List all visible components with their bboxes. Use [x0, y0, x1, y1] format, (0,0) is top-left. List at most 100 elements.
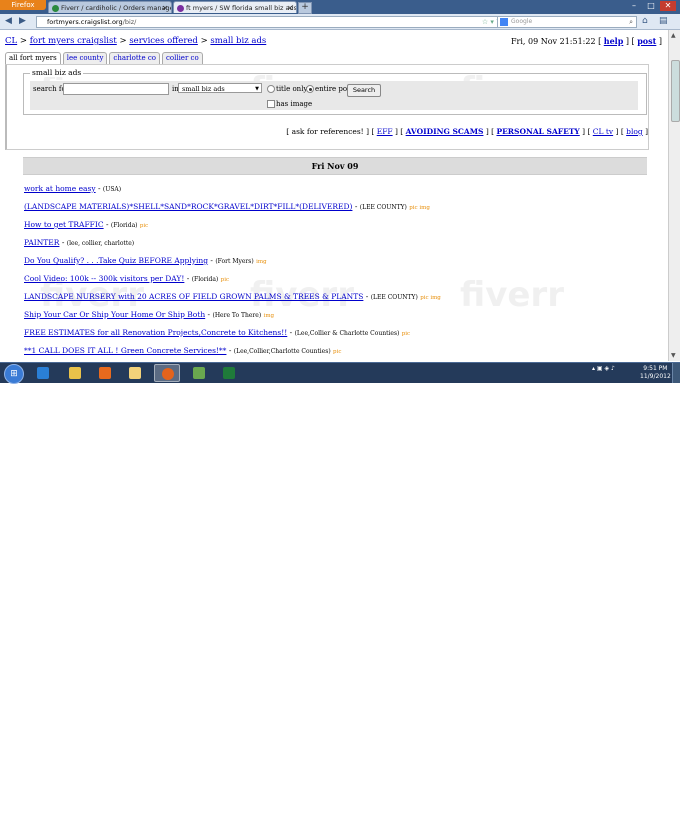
ie-icon[interactable]	[30, 364, 56, 382]
posting-tag: img	[263, 313, 275, 319]
posting-location: (USA)	[102, 186, 122, 193]
forward-icon[interactable]: ▶	[19, 16, 26, 27]
posting-link[interactable]: work at home easy	[24, 184, 96, 193]
url-path: /biz/	[122, 18, 137, 26]
posting-tag: pic img	[409, 205, 430, 211]
minimize-icon[interactable]: –	[626, 1, 642, 11]
browser-title-bar: Firefox Fiverr / cardiholic / Orders man…	[0, 0, 680, 14]
search-form: small biz ads search for: in: small biz …	[23, 68, 647, 115]
post-link[interactable]: post	[637, 36, 656, 46]
close-tab-icon[interactable]: ×	[162, 2, 168, 13]
eff-link[interactable]: EFF	[377, 127, 393, 136]
blog-link[interactable]: blog	[626, 127, 643, 136]
close-tab-icon[interactable]: ×	[287, 2, 293, 13]
posting-location: (Lee,Collier,Charlotte Counties)	[233, 348, 331, 355]
personal-safety-link[interactable]: PERSONAL SAFETY	[496, 127, 579, 136]
bookmarks-menu-icon[interactable]: ▤	[659, 16, 668, 27]
system-tray[interactable]: ▴ ▣ ◈ ♪	[592, 365, 615, 372]
media-player-icon[interactable]	[92, 364, 118, 382]
safety-links: [ ask for references! ] [ EFF ] [ AVOIDI…	[286, 127, 648, 136]
search-button[interactable]: Search	[347, 84, 381, 97]
list-item: work at home easy - (USA)	[24, 184, 122, 193]
maximize-icon[interactable]: □	[643, 1, 659, 11]
posting-link[interactable]: LANDSCAPE NURSERY with 20 ACRES OF FIELD…	[24, 292, 363, 301]
breadcrumb-city-link[interactable]: fort myers craigslist	[30, 36, 117, 46]
tab-craigslist[interactable]: ft myers / SW florida small biz ads cla.…	[173, 1, 297, 13]
web-page: fiverr fiverr fiverr fiverr fiverr fiver…	[0, 30, 668, 361]
excel-icon[interactable]	[216, 364, 242, 382]
page-scrollbar[interactable]: ▲ ▼	[668, 30, 680, 361]
list-item: Cool Video: 100k -- 300k visitors per DA…	[24, 274, 230, 283]
explorer-icon[interactable]	[62, 364, 88, 382]
posting-link[interactable]: Cool Video: 100k -- 300k visitors per DA…	[24, 274, 184, 283]
scroll-down-icon[interactable]: ▼	[671, 352, 676, 359]
posting-location: (LEE COUNTY)	[359, 204, 407, 211]
cl-tv-link[interactable]: CL tv	[593, 127, 613, 136]
posting-location: (Here To There)	[212, 312, 262, 319]
has-image-checkbox[interactable]	[267, 100, 275, 108]
entire-post-radio[interactable]	[306, 85, 314, 93]
search-form-body: search for: in: small biz ads ▼ title on…	[30, 81, 638, 110]
list-item: PAINTER - (lee, collier, charlotte)	[24, 238, 135, 247]
posting-link[interactable]: **1 CALL DOES IT ALL ! Green Concrete Se…	[24, 346, 226, 355]
help-link[interactable]: help	[604, 36, 624, 46]
back-icon[interactable]: ◀	[5, 16, 12, 27]
tab-charlotte-co[interactable]: charlotte co	[109, 52, 160, 64]
avoiding-scams-link[interactable]: AVOIDING SCAMS	[406, 127, 484, 136]
has-image-label: has image	[276, 100, 313, 108]
taskbar-clock[interactable]: 9:51 PM 11/9/2012	[640, 365, 671, 381]
search-input[interactable]	[63, 83, 169, 95]
breadcrumb-cl-link[interactable]: CL	[5, 36, 17, 46]
app-icon[interactable]	[186, 364, 212, 382]
show-desktop-button[interactable]	[672, 363, 680, 383]
firefox-icon[interactable]	[154, 364, 180, 382]
breadcrumb-section-link[interactable]: services offered	[129, 36, 198, 46]
title-only-label: title only	[276, 85, 308, 93]
list-item: Ship Your Car Or Ship Your Home Or Ship …	[24, 310, 275, 319]
list-item: **1 CALL DOES IT ALL ! Green Concrete Se…	[24, 346, 342, 355]
current-datetime: Fri, 09 Nov 21:51:22	[510, 37, 596, 46]
breadcrumb-category-link[interactable]: small biz ads	[210, 36, 266, 46]
breadcrumb-separator: >	[19, 36, 27, 46]
category-select[interactable]: small biz ads ▼	[178, 83, 262, 93]
scroll-thumb[interactable]	[671, 60, 680, 122]
clock-time: 9:51 PM	[643, 365, 668, 372]
posting-link[interactable]: How to get TRAFFIC	[24, 220, 104, 229]
search-engine-box[interactable]: Google ⌕	[497, 16, 637, 28]
tab-lee-county[interactable]: lee county	[62, 52, 108, 64]
breadcrumb-separator: >	[119, 36, 127, 46]
url-bar[interactable]: fortmyers.craigslist.org/biz/ ☆ ▾ ↻	[36, 16, 506, 28]
posting-tag: pic	[139, 223, 149, 229]
posting-location: (Florida)	[110, 222, 138, 229]
posting-tag: pic	[220, 277, 230, 283]
watermark: fiverr	[460, 275, 564, 315]
search-icon[interactable]: ⌕	[629, 17, 633, 27]
ask-references-text: ask for references!	[291, 127, 364, 136]
url-domain: fortmyers.craigslist.org	[47, 18, 123, 26]
posting-tag: pic	[401, 331, 411, 337]
category-select-value: small biz ads	[182, 85, 225, 93]
posting-link[interactable]: FREE ESTIMATES for all Renovation Projec…	[24, 328, 287, 337]
search-form-legend: small biz ads	[30, 68, 84, 77]
posting-location: (LEE COUNTY)	[370, 294, 418, 301]
posting-link[interactable]: PAINTER	[24, 238, 59, 247]
list-item: (LANDSCAPE MATERIALS)*SHELL*SAND*ROCK*GR…	[24, 202, 430, 211]
home-icon[interactable]: ⌂	[642, 16, 648, 27]
scroll-up-icon[interactable]: ▲	[671, 32, 676, 39]
title-only-radio[interactable]	[267, 85, 275, 93]
fiverr-favicon-icon	[52, 5, 59, 12]
tab-all-fort-myers[interactable]: all fort myers	[5, 52, 61, 64]
new-tab-button[interactable]: +	[298, 2, 312, 14]
tab-fiverr[interactable]: Fiverr / cardiholic / Orders managem... …	[48, 1, 172, 13]
firefox-menu-button[interactable]: Firefox	[0, 0, 46, 10]
close-window-icon[interactable]: ✕	[660, 1, 676, 11]
tab-collier-co[interactable]: collier co	[161, 52, 203, 64]
search-placeholder: Google	[511, 18, 533, 25]
posting-link[interactable]: (LANDSCAPE MATERIALS)*SHELL*SAND*ROCK*GR…	[24, 202, 352, 211]
posting-link[interactable]: Ship Your Car Or Ship Your Home Or Ship …	[24, 310, 205, 319]
google-icon	[500, 18, 508, 26]
folder-icon[interactable]	[122, 364, 148, 382]
start-button[interactable]: ⊞	[4, 364, 24, 384]
posting-link[interactable]: Do You Qualify? . . .Take Quiz BEFORE Ap…	[24, 256, 208, 265]
posting-tag: pic	[333, 349, 342, 355]
